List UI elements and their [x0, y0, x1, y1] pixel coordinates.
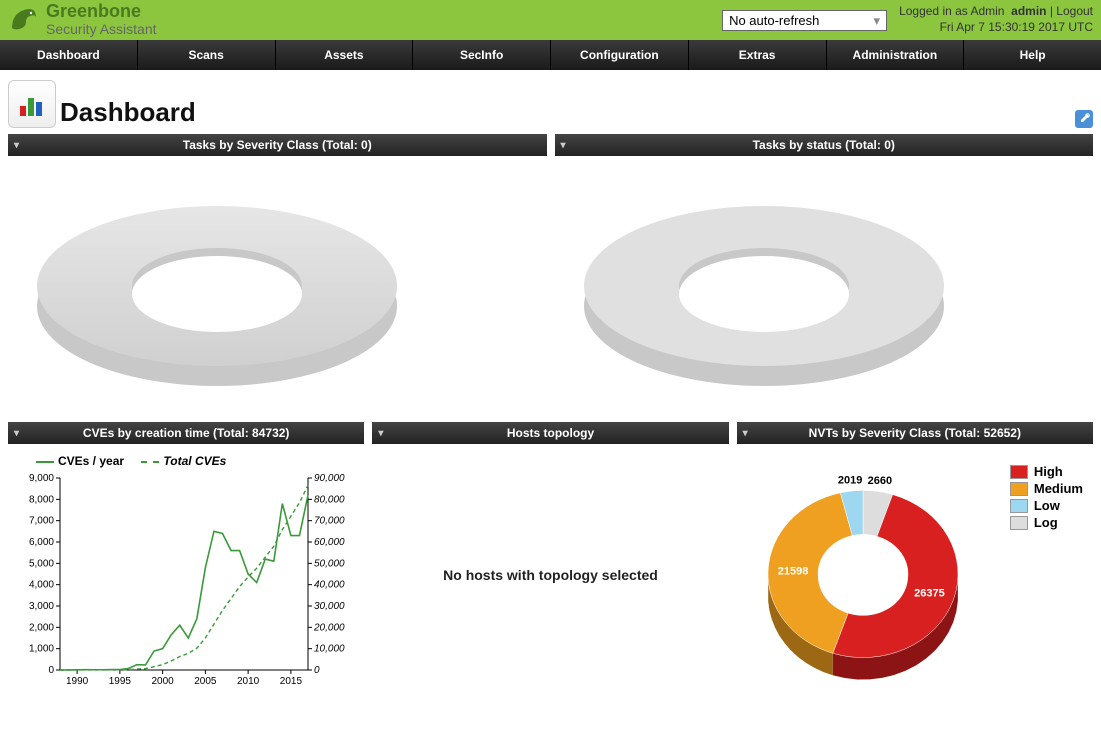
widget-title[interactable]: ▾ NVTs by Severity Class (Total: 52652)	[737, 422, 1093, 444]
svg-text:7,000: 7,000	[29, 516, 54, 527]
timestamp: Fri Apr 7 15:30:19 2017 UTC	[899, 20, 1093, 36]
login-prefix: Logged in as Admin	[899, 4, 1004, 18]
line-chart-svg: 0 1,000 2,000 3,000 4,000 5,000 6,000 7,000 8,00…	[8, 468, 360, 698]
topology-empty-message: No hosts with topology selected	[372, 444, 728, 706]
nvt-legend: High Medium Low Log	[1010, 464, 1083, 532]
greenbone-logo-icon	[8, 4, 40, 36]
auto-refresh-select[interactable]: No auto-refresh	[722, 10, 887, 31]
menu-dashboard[interactable]: Dashboard	[0, 40, 138, 70]
svg-text:40,000: 40,000	[314, 580, 345, 591]
dashboard-grid: ▾ Tasks by Severity Class (Total: 0)	[0, 134, 1101, 722]
username-link[interactable]: admin	[1011, 4, 1046, 18]
menu-configuration[interactable]: Configuration	[551, 40, 689, 70]
chevron-down-icon[interactable]: ▾	[743, 428, 748, 439]
logo-text: Greenbone Security Assistant	[46, 2, 157, 37]
empty-donut-chart	[8, 156, 547, 414]
svg-text:3,000: 3,000	[29, 601, 54, 612]
line-chart-legend: CVEs / year Total CVEs	[8, 444, 364, 468]
svg-text:2000: 2000	[151, 676, 174, 687]
edit-dashboard-button[interactable]	[1075, 110, 1093, 128]
svg-text:26375: 26375	[914, 587, 945, 599]
svg-text:90,000: 90,000	[314, 473, 345, 484]
svg-text:1990: 1990	[66, 676, 89, 687]
nvt-donut-svg: 2660 26375 21598 2019	[743, 444, 993, 704]
menu-help[interactable]: Help	[964, 40, 1101, 70]
svg-text:0: 0	[48, 665, 54, 676]
menu-administration[interactable]: Administration	[827, 40, 965, 70]
svg-text:5,000: 5,000	[29, 558, 54, 569]
main-menubar: Dashboard Scans Assets SecInfo Configura…	[0, 40, 1101, 70]
svg-text:9,000: 9,000	[29, 473, 54, 484]
chevron-down-icon[interactable]: ▾	[14, 428, 19, 439]
brand-line2: Security Assistant	[46, 22, 157, 37]
svg-text:0: 0	[314, 665, 320, 676]
svg-text:1,000: 1,000	[29, 644, 54, 655]
login-info: Logged in as Admin admin | Logout Fri Ap…	[899, 4, 1093, 35]
svg-text:30,000: 30,000	[314, 601, 345, 612]
svg-text:2660: 2660	[867, 475, 891, 487]
widget-nvts-severity: ▾ NVTs by Severity Class (Total: 52652) …	[737, 422, 1093, 706]
widget-tasks-severity: ▾ Tasks by Severity Class (Total: 0)	[8, 134, 547, 414]
line-chart: CVEs / year Total CVEs 0 1,000 2,000 3,000 4…	[8, 444, 364, 706]
menu-extras[interactable]: Extras	[689, 40, 827, 70]
widget-tasks-status: ▾ Tasks by status (Total: 0)	[555, 134, 1094, 414]
svg-text:20,000: 20,000	[313, 622, 345, 633]
page-heading: Dashboard	[0, 70, 1101, 134]
logo-area: Greenbone Security Assistant	[8, 2, 157, 37]
svg-text:21598: 21598	[777, 565, 808, 577]
brand-line1: Greenbone	[46, 2, 157, 22]
menu-assets[interactable]: Assets	[276, 40, 414, 70]
widget-title[interactable]: ▾ CVEs by creation time (Total: 84732)	[8, 422, 364, 444]
svg-text:1995: 1995	[109, 676, 132, 687]
svg-text:2019: 2019	[838, 475, 862, 487]
chevron-down-icon[interactable]: ▾	[378, 428, 383, 439]
dashboard-chart-icon	[8, 80, 56, 128]
menu-secinfo[interactable]: SecInfo	[413, 40, 551, 70]
svg-text:4,000: 4,000	[29, 580, 54, 591]
svg-text:2010: 2010	[237, 676, 260, 687]
svg-text:10,000: 10,000	[314, 644, 345, 655]
widget-title[interactable]: ▾ Tasks by Severity Class (Total: 0)	[8, 134, 547, 156]
svg-text:6,000: 6,000	[29, 537, 54, 548]
svg-text:2015: 2015	[280, 676, 303, 687]
empty-donut-chart	[555, 156, 1094, 414]
svg-text:60,000: 60,000	[314, 537, 345, 548]
widget-cves-time: ▾ CVEs by creation time (Total: 84732) C…	[8, 422, 364, 706]
auto-refresh-value: No auto-refresh	[729, 13, 819, 28]
hosts-topology-body: No hosts with topology selected	[372, 444, 728, 706]
app-header: Greenbone Security Assistant No auto-ref…	[0, 0, 1101, 40]
svg-text:2,000: 2,000	[29, 622, 54, 633]
chevron-down-icon[interactable]: ▾	[14, 140, 19, 151]
svg-text:8,000: 8,000	[29, 494, 54, 505]
donut-chart: 2660 26375 21598 2019 High Medium Low Log	[737, 444, 1093, 706]
widget-hosts-topology: ▾ Hosts topology No hosts with topology …	[372, 422, 728, 706]
widget-title[interactable]: ▾ Tasks by status (Total: 0)	[555, 134, 1094, 156]
svg-text:70,000: 70,000	[314, 516, 345, 527]
widget-title[interactable]: ▾ Hosts topology	[372, 422, 728, 444]
svg-text:80,000: 80,000	[314, 494, 345, 505]
logout-link[interactable]: Logout	[1056, 4, 1093, 18]
chevron-down-icon[interactable]: ▾	[561, 140, 566, 151]
menu-scans[interactable]: Scans	[138, 40, 276, 70]
svg-text:2005: 2005	[194, 676, 217, 687]
page-title: Dashboard	[60, 97, 196, 128]
svg-text:50,000: 50,000	[314, 558, 345, 569]
